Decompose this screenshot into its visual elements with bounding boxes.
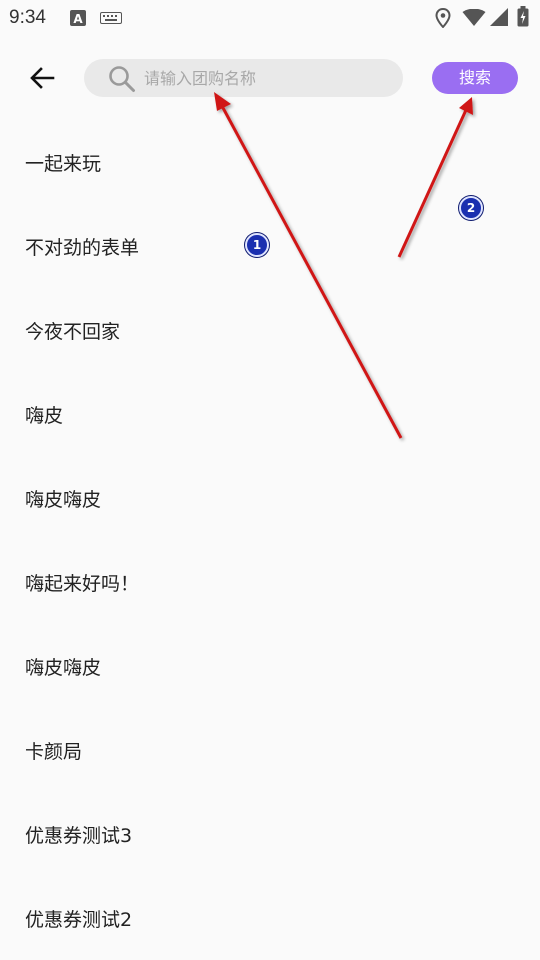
list-item[interactable]: 卡颜局 xyxy=(0,708,540,792)
list-item[interactable]: 不对劲的表单 xyxy=(0,204,540,288)
list-item[interactable]: 一起来玩 xyxy=(0,120,540,204)
list-item[interactable]: 嗨皮嗨皮 xyxy=(0,624,540,708)
search-input[interactable] xyxy=(144,59,394,97)
group-buy-list: 一起来玩 不对劲的表单 今夜不回家 嗨皮 嗨皮嗨皮 嗨起来好吗！ 嗨皮嗨皮 卡颜… xyxy=(0,120,540,960)
status-time: 9:34 xyxy=(9,7,46,28)
annotation-marker: 1 xyxy=(245,233,269,257)
list-item[interactable]: 嗨皮 xyxy=(0,372,540,456)
search-icon xyxy=(109,66,135,92)
back-button[interactable] xyxy=(24,60,60,96)
arrow-left-icon xyxy=(30,67,55,89)
battery-icon xyxy=(517,6,529,27)
signal-icon xyxy=(490,8,508,26)
list-item[interactable]: 优惠券测试3 xyxy=(0,792,540,876)
location-icon xyxy=(435,8,451,28)
search-box[interactable] xyxy=(84,59,403,97)
svg-text:A: A xyxy=(73,12,83,26)
keyboard-a-icon: A xyxy=(70,10,86,26)
keyboard-icon xyxy=(100,12,122,24)
search-button[interactable]: 搜索 xyxy=(432,62,518,94)
list-item[interactable]: 优惠券测试2 xyxy=(0,876,540,960)
list-item[interactable]: 嗨起来好吗！ xyxy=(0,540,540,624)
list-item[interactable]: 嗨皮嗨皮 xyxy=(0,456,540,540)
list-item[interactable]: 今夜不回家 xyxy=(0,288,540,372)
wifi-icon xyxy=(462,9,486,26)
annotation-marker: 2 xyxy=(459,196,483,220)
status-bar: 9:34 A xyxy=(0,0,540,36)
